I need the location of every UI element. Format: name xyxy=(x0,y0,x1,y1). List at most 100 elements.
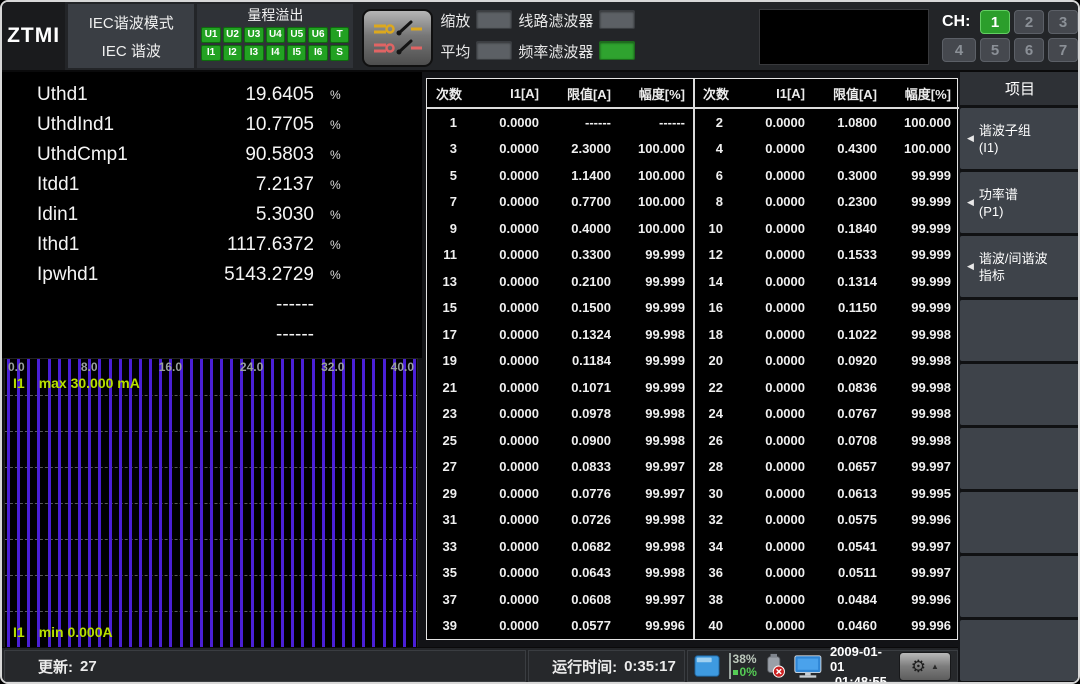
amplitude-cell: 99.997 xyxy=(885,454,959,481)
range-indicator-i5: I5 xyxy=(287,45,306,61)
date-value: 2009-01-01 xyxy=(830,644,892,674)
i1-cell: 0.0000 xyxy=(471,533,547,560)
sidebar-item-power-spectrum[interactable]: ◀功率谱(P1) xyxy=(960,172,1080,233)
limit-cell: 0.0613 xyxy=(813,480,885,507)
brand-logo: ZTMI xyxy=(2,2,65,70)
graph-harmonic-bar xyxy=(281,359,284,647)
i1-cell: 0.0000 xyxy=(737,242,813,269)
channel-button-7[interactable]: 7 xyxy=(1048,38,1078,62)
limit-cell: 0.1184 xyxy=(547,348,619,375)
graph-harmonic-bar xyxy=(362,359,365,647)
measurement-value: ------ xyxy=(276,294,314,316)
order-cell: 12 xyxy=(693,242,737,269)
order-cell: 18 xyxy=(693,321,737,348)
limit-cell: 0.0776 xyxy=(547,480,619,507)
amplitude-cell: 99.999 xyxy=(619,374,693,401)
amplitude-cell: 99.998 xyxy=(885,348,959,375)
channel-button-1[interactable]: 1 xyxy=(980,10,1010,34)
graph-harmonic-bar xyxy=(251,359,254,647)
amplitude-cell: 100.000 xyxy=(619,215,693,242)
channel-button-3[interactable]: 3 xyxy=(1048,10,1078,34)
header-bar: ZTMI IEC谐波模式 IEC 谐波 量程溢出 U1U2U3U4U5U6T I… xyxy=(2,2,1078,72)
amplitude-cell: 99.998 xyxy=(619,427,693,454)
graph-harmonic-bar xyxy=(98,359,101,647)
order-cell: 2 xyxy=(693,109,737,136)
table-header-order: 次数 xyxy=(427,79,471,109)
graph-harmonic-bar xyxy=(301,359,304,647)
channel-button-4[interactable]: 4 xyxy=(942,38,976,62)
measurement-label: UthdCmp1 xyxy=(37,144,245,166)
order-cell: 16 xyxy=(693,295,737,322)
order-cell: 33 xyxy=(427,533,471,560)
order-cell: 9 xyxy=(427,215,471,242)
graph-channel-label: I1 xyxy=(13,375,25,391)
sidebar-item-harmonic-indicators[interactable]: ◀谐波/间谐波指标 xyxy=(960,236,1080,297)
i1-cell: 0.0000 xyxy=(471,586,547,613)
toggle-switch-average[interactable] xyxy=(476,41,512,60)
measurement-label: Idin1 xyxy=(37,204,256,226)
order-cell: 39 xyxy=(427,613,471,640)
measurement-label: Uthd1 xyxy=(37,84,245,106)
amplitude-cell: 99.998 xyxy=(619,507,693,534)
limit-cell: 0.1533 xyxy=(813,242,885,269)
toggle-switch-frequency-filter[interactable] xyxy=(599,41,635,60)
limit-cell: 0.1324 xyxy=(547,321,619,348)
channel-button-5[interactable]: 5 xyxy=(980,38,1010,62)
wiring-switch-icon xyxy=(369,16,427,60)
limit-cell: 0.0920 xyxy=(813,348,885,375)
measurement-row: Idin15.3030% xyxy=(2,200,422,230)
i1-cell: 0.0000 xyxy=(471,348,547,375)
channel-button-6[interactable]: 6 xyxy=(1014,38,1044,62)
order-cell: 38 xyxy=(693,586,737,613)
i1-cell: 0.0000 xyxy=(737,560,813,587)
limit-cell: 0.1314 xyxy=(813,268,885,295)
amplitude-cell: 99.999 xyxy=(885,189,959,216)
range-indicator-u6: U6 xyxy=(308,27,327,43)
i1-cell: 0.0000 xyxy=(471,162,547,189)
amplitude-cell: 99.998 xyxy=(619,560,693,587)
sidebar-item-empty xyxy=(960,300,1080,361)
toggle-switch-line-filter[interactable] xyxy=(599,10,635,29)
limit-cell: 0.0978 xyxy=(547,401,619,428)
sidebar-item-harmonic-subgroup[interactable]: ◀谐波子组(I1) xyxy=(960,108,1080,169)
i1-cell: 0.0000 xyxy=(471,242,547,269)
i1-cell: 0.0000 xyxy=(471,189,547,216)
limit-cell: 0.1071 xyxy=(547,374,619,401)
limit-cell: 0.0511 xyxy=(813,560,885,587)
mode-subtitle: IEC 谐波 xyxy=(102,40,161,61)
graph-x-tick: 16.0 xyxy=(159,360,182,374)
measurement-unit: % xyxy=(314,178,422,192)
toggle-switch-zoom[interactable] xyxy=(476,10,512,29)
settings-menu-button[interactable]: ⚙ ▲ xyxy=(899,652,951,681)
left-arrow-icon: ◀ xyxy=(967,261,974,272)
i1-cell: 0.0000 xyxy=(737,215,813,242)
amplitude-cell: 99.998 xyxy=(885,401,959,428)
table-header-i1: I1[A] xyxy=(471,79,547,109)
range-indicator-s: S xyxy=(330,45,349,61)
order-cell: 19 xyxy=(427,348,471,375)
limit-cell: 0.0484 xyxy=(813,586,885,613)
range-indicator-u5: U5 xyxy=(287,27,306,43)
measurement-value: 19.6405 xyxy=(245,84,314,106)
limit-cell: 0.1840 xyxy=(813,215,885,242)
wiring-settings-button[interactable] xyxy=(362,9,433,67)
graph-x-tick: 0.0 xyxy=(8,360,25,374)
graph-harmonic-bar xyxy=(403,359,406,647)
order-cell: 6 xyxy=(693,162,737,189)
order-cell: 7 xyxy=(427,189,471,216)
order-cell: 27 xyxy=(427,454,471,481)
channel-button-2[interactable]: 2 xyxy=(1014,10,1044,34)
measurement-value: 7.2137 xyxy=(256,174,314,196)
order-cell: 15 xyxy=(427,295,471,322)
graph-x-tick: 8.0 xyxy=(81,360,98,374)
graph-harmonic-bar xyxy=(78,359,81,647)
runtime-label: 运行时间: xyxy=(552,656,617,677)
range-indicator-u2: U2 xyxy=(223,27,242,43)
graph-harmonic-bar xyxy=(37,359,40,647)
range-indicator-i6: I6 xyxy=(308,45,327,61)
toggle-label-zoom: 缩放 xyxy=(440,10,470,31)
amplitude-cell: 99.996 xyxy=(885,586,959,613)
left-arrow-icon: ◀ xyxy=(967,133,974,144)
i1-cell: 0.0000 xyxy=(471,454,547,481)
order-cell: 32 xyxy=(693,507,737,534)
